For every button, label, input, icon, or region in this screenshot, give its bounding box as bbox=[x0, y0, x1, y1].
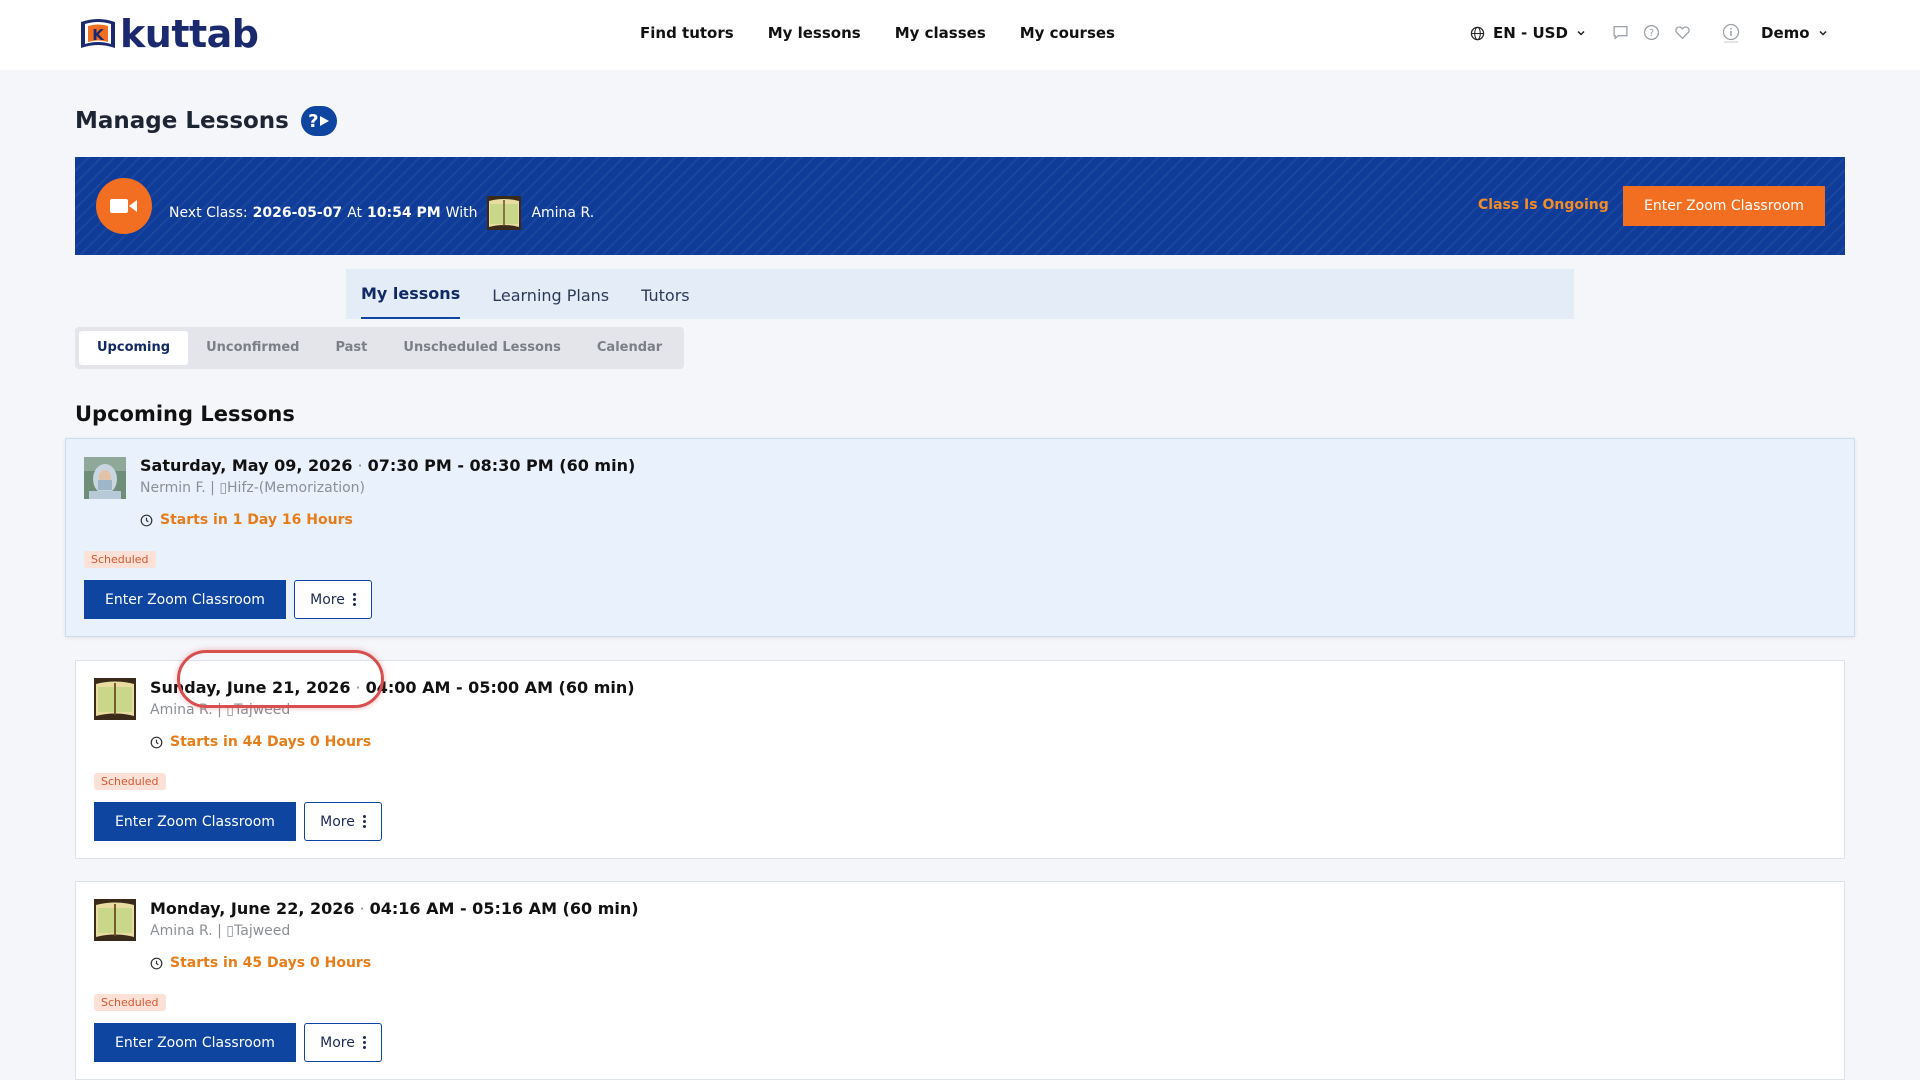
more-button[interactable]: More bbox=[304, 802, 382, 841]
locale-label: EN - USD bbox=[1493, 24, 1568, 42]
heart-icon[interactable] bbox=[1674, 24, 1691, 41]
more-label: More bbox=[320, 813, 355, 830]
next-class-time: 10:54 PM bbox=[367, 205, 441, 221]
next-class-banner: Next Class: 2026-05-07 At 10:54 PM With … bbox=[75, 157, 1845, 255]
subtab-upcoming[interactable]: Upcoming bbox=[79, 331, 189, 365]
next-class-with: With bbox=[445, 205, 478, 221]
lesson-time: 07:30 PM - 08:30 PM (60 min) bbox=[367, 456, 636, 475]
more-button[interactable]: More bbox=[294, 580, 372, 619]
tab-tutors[interactable]: Tutors bbox=[641, 286, 689, 319]
lesson-time: 04:16 AM - 05:16 AM (60 min) bbox=[369, 899, 639, 918]
brand-logo[interactable]: K kuttab bbox=[78, 14, 259, 54]
globe-icon bbox=[1470, 26, 1485, 40]
tutor-avatar bbox=[94, 899, 136, 941]
clock-icon bbox=[150, 957, 163, 969]
more-vertical-icon bbox=[352, 593, 356, 606]
more-vertical-icon bbox=[362, 815, 366, 828]
lesson-filter-tabs: Upcoming Unconfirmed Past Unscheduled Le… bbox=[75, 327, 685, 369]
next-class-tutor: Amina R. bbox=[531, 205, 595, 221]
tutor-avatar bbox=[487, 196, 522, 230]
chevron-down-icon bbox=[1577, 30, 1585, 36]
clock-icon bbox=[140, 514, 153, 526]
lesson-card: Monday, June 22, 2026 · 04:16 AM - 05:16 A… bbox=[75, 881, 1845, 1080]
lesson-datetime: Saturday, May 09, 2026 · 07:30 PM - 08:30 … bbox=[140, 456, 635, 475]
countdown-text: Starts in 44 Days 0 Hours bbox=[170, 734, 372, 750]
brand-name: kuttab bbox=[120, 12, 259, 56]
section-title: Upcoming Lessons bbox=[75, 402, 295, 426]
tutor-avatar bbox=[94, 678, 136, 720]
subtab-past[interactable]: Past bbox=[317, 331, 385, 365]
more-vertical-icon bbox=[362, 1036, 366, 1049]
lesson-tutor-subject: Nermin F. | ▯Hifz-(Memorization) bbox=[140, 480, 365, 496]
play-icon bbox=[319, 116, 329, 126]
main-tabs: My lessons Learning Plans Tutors bbox=[346, 269, 1574, 319]
enter-zoom-button[interactable]: Enter Zoom Classroom bbox=[94, 1023, 296, 1062]
next-class-at: At bbox=[347, 205, 363, 221]
more-button[interactable]: More bbox=[304, 1023, 382, 1062]
user-name: Demo bbox=[1761, 24, 1810, 42]
subtab-unconfirmed[interactable]: Unconfirmed bbox=[188, 331, 317, 365]
separator: · bbox=[357, 456, 363, 475]
lesson-time: 04:00 AM - 05:00 AM (60 min) bbox=[365, 678, 635, 697]
help-circle-icon[interactable]: ? bbox=[1643, 24, 1660, 41]
subtab-unscheduled[interactable]: Unscheduled Lessons bbox=[385, 331, 579, 365]
status-badge: Scheduled bbox=[94, 994, 166, 1011]
lesson-date: Saturday, May 09, 2026 bbox=[140, 456, 353, 475]
lesson-card: Saturday, May 09, 2026 · 07:30 PM - 08:30 … bbox=[65, 438, 1855, 637]
help-label: ? bbox=[308, 110, 319, 132]
chevron-down-icon bbox=[1819, 30, 1827, 36]
help-video-button[interactable]: ? bbox=[300, 106, 337, 136]
countdown-text: Starts in 45 Days 0 Hours bbox=[170, 955, 372, 971]
next-class-date: 2026-05-07 bbox=[252, 205, 343, 221]
next-class-prefix: Next Class: bbox=[169, 205, 248, 221]
tab-my-lessons[interactable]: My lessons bbox=[361, 284, 461, 319]
countdown-text: Starts in 1 Day 16 Hours bbox=[160, 512, 353, 528]
lesson-countdown: Starts in 44 Days 0 Hours bbox=[150, 734, 371, 750]
status-badge: Scheduled bbox=[84, 551, 156, 568]
header-icons: ? bbox=[1612, 24, 1691, 41]
user-menu[interactable]: Demo bbox=[1761, 24, 1828, 42]
clock-icon bbox=[150, 736, 163, 748]
top-header: K kuttab Find tutors My lessons My class… bbox=[0, 0, 1920, 70]
more-label: More bbox=[310, 591, 345, 608]
enter-zoom-button[interactable]: Enter Zoom Classroom bbox=[84, 580, 286, 619]
page-title: Manage Lessons bbox=[75, 108, 289, 134]
enter-zoom-button[interactable]: Enter Zoom Classroom bbox=[94, 802, 296, 841]
page-title-row: Manage Lessons ? bbox=[75, 106, 337, 136]
main-nav: Find tutors My lessons My classes My cou… bbox=[640, 24, 1115, 42]
more-label: More bbox=[320, 1034, 355, 1051]
tutor-avatar bbox=[84, 457, 126, 499]
lesson-countdown: Starts in 1 Day 16 Hours bbox=[140, 512, 353, 528]
chat-icon[interactable] bbox=[1612, 24, 1629, 41]
tab-learning-plans[interactable]: Learning Plans bbox=[492, 286, 609, 319]
lesson-tutor-subject: Amina R. | ▯Tajweed bbox=[150, 923, 291, 939]
lesson-date: Monday, June 22, 2026 bbox=[150, 899, 355, 918]
nav-my-classes[interactable]: My classes bbox=[895, 24, 986, 42]
nav-my-courses[interactable]: My courses bbox=[1020, 24, 1115, 42]
info-icon[interactable] bbox=[1722, 23, 1740, 43]
nav-find-tutors[interactable]: Find tutors bbox=[640, 24, 734, 42]
locale-selector[interactable]: EN - USD bbox=[1470, 24, 1586, 42]
class-status: Class Is Ongoing bbox=[1478, 197, 1609, 213]
video-camera-icon bbox=[96, 178, 152, 234]
subtab-calendar[interactable]: Calendar bbox=[579, 331, 680, 365]
logo-book-icon: K bbox=[81, 19, 115, 48]
annotation-highlight-circle bbox=[177, 650, 384, 708]
status-badge: Scheduled bbox=[94, 773, 166, 790]
svg-text:K: K bbox=[92, 26, 105, 44]
lesson-countdown: Starts in 45 Days 0 Hours bbox=[150, 955, 371, 971]
lesson-datetime: Monday, June 22, 2026 · 04:16 AM - 05:16 A… bbox=[150, 899, 639, 918]
next-class-info: Next Class: 2026-05-07 At 10:54 PM With … bbox=[169, 196, 594, 230]
nav-my-lessons[interactable]: My lessons bbox=[768, 24, 861, 42]
banner-enter-zoom-button[interactable]: Enter Zoom Classroom bbox=[1623, 186, 1825, 226]
separator: · bbox=[359, 899, 365, 918]
svg-text:?: ? bbox=[1649, 28, 1654, 39]
